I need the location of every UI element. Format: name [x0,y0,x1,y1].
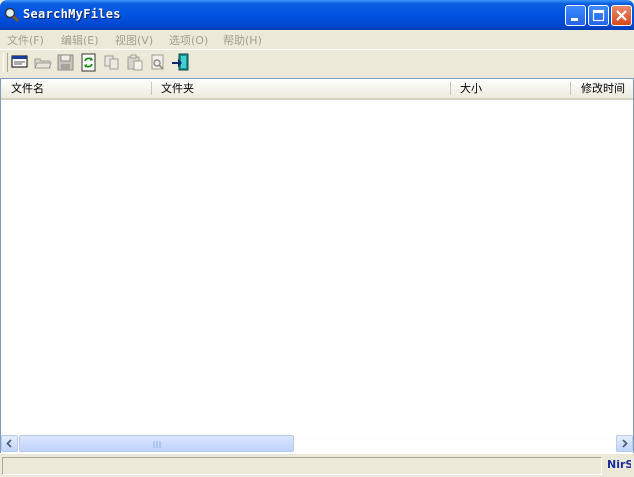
search-options-icon [11,55,28,68]
column-modified-time[interactable]: 修改时间 [573,79,633,98]
magnifier-icon [4,7,20,23]
grip-icon [153,441,161,448]
column-folder[interactable]: 文件夹 [153,79,450,98]
save-button[interactable] [56,52,76,72]
column-divider[interactable] [570,82,571,95]
column-size[interactable]: 大小 [452,79,570,98]
refresh-icon [81,53,96,72]
status-bar: NirSoft [0,453,634,477]
paste-icon [127,54,143,71]
properties-icon [151,54,164,70]
window-title: SearchMyFiles [23,7,121,21]
scroll-thumb[interactable] [19,435,294,452]
open-button[interactable] [33,52,53,72]
copy-icon [104,55,119,70]
close-button[interactable] [611,5,632,26]
exit-button[interactable] [171,52,191,72]
save-icon [57,54,74,71]
horizontal-scrollbar[interactable] [1,435,633,452]
app-window: SearchMyFiles 文件(F) 编辑(E) 视图(V) 选项(O) 帮助… [0,0,634,477]
properties-button[interactable] [148,52,168,72]
menu-bar: 文件(F) 编辑(E) 视图(V) 选项(O) 帮助(H) [0,30,634,48]
menu-edit[interactable]: 编辑(E) [61,32,99,48]
menu-help[interactable]: 帮助(H) [223,32,262,48]
minimize-icon [571,18,578,21]
menu-view[interactable]: 视图(V) [115,32,153,48]
open-folder-icon [34,58,52,69]
chevron-left-icon [6,439,12,448]
minimize-button[interactable] [565,5,586,26]
close-icon [616,10,627,21]
scroll-right-button[interactable] [616,435,633,452]
title-bar[interactable]: SearchMyFiles [0,0,634,30]
status-text [2,457,602,475]
copy-button[interactable] [102,52,122,72]
search-options-button[interactable] [10,52,30,72]
scroll-left-button[interactable] [1,435,18,452]
refresh-button[interactable] [79,52,99,72]
exit-icon [172,53,189,71]
column-divider[interactable] [151,82,152,95]
list-header: 文件名 文件夹 大小 修改时间 [1,79,633,100]
menu-options[interactable]: 选项(O) [169,32,208,48]
column-filename[interactable]: 文件名 [3,79,151,98]
maximize-icon [592,9,605,22]
maximize-button[interactable] [588,5,609,26]
menu-file[interactable]: 文件(F) [7,32,44,48]
column-divider[interactable] [450,82,451,95]
chevron-right-icon [622,439,628,448]
nirsoft-link[interactable]: NirSoft [607,458,631,471]
results-list[interactable]: 文件名 文件夹 大小 修改时间 [0,78,634,454]
toolbar-grip[interactable] [3,53,8,72]
paste-button[interactable] [125,52,145,72]
